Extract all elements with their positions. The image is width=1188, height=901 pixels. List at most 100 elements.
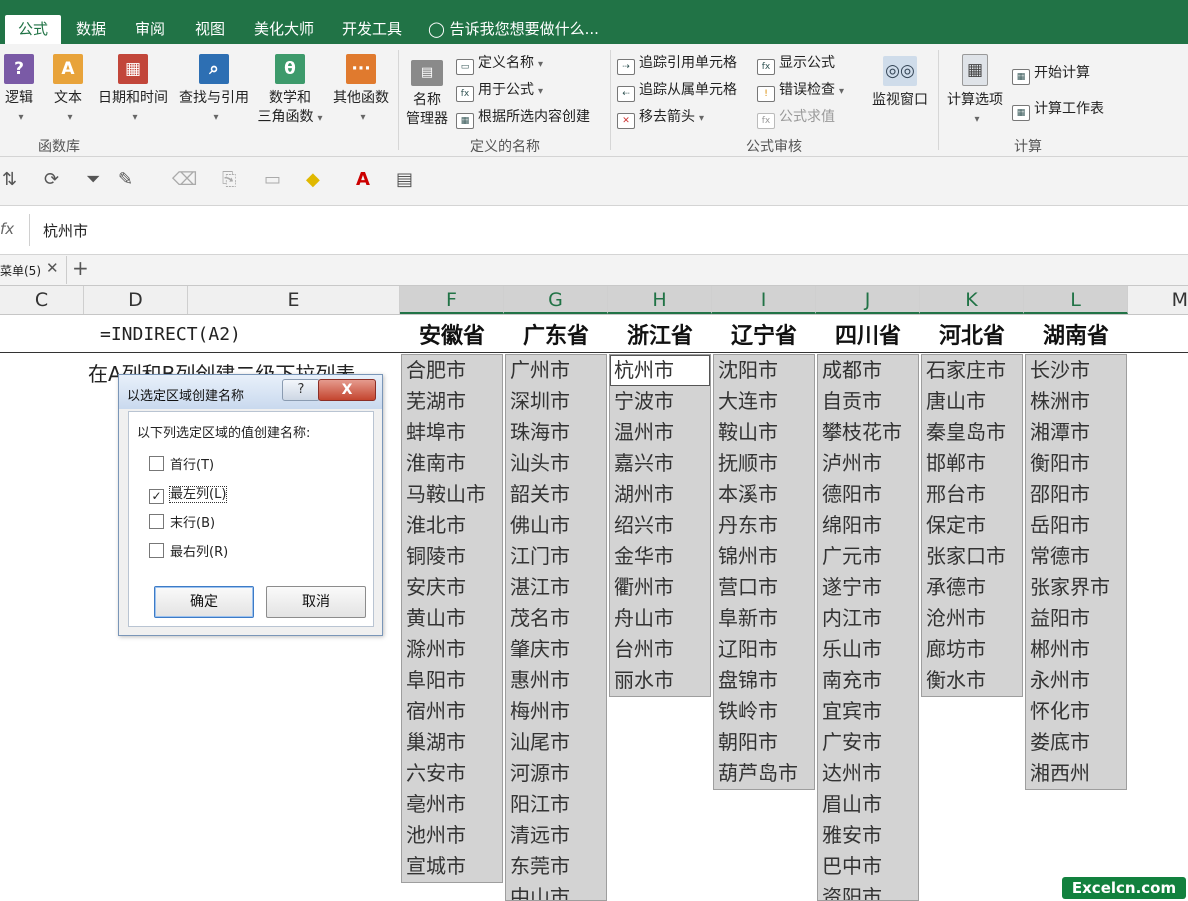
city-cell[interactable]: 雅安市 [818,820,918,851]
tab-view[interactable]: 视图 [182,15,238,44]
column-header-d[interactable]: D [84,286,188,314]
city-cell[interactable]: 嘉兴市 [610,448,710,479]
fill-color-icon[interactable]: ◆ [306,169,320,190]
option-bottom-row[interactable]: 末行(B) [149,512,215,531]
province-header[interactable]: 辽宁省 [712,318,816,350]
clear-format-icon[interactable]: ⌫ [172,169,197,190]
city-cell[interactable]: 锦州市 [714,541,814,572]
city-cell[interactable]: 长沙市 [1026,355,1126,386]
city-cell[interactable]: 眉山市 [818,789,918,820]
column-header-k[interactable]: K [920,286,1024,314]
city-cell[interactable]: 茂名市 [506,603,606,634]
city-cell[interactable]: 巴中市 [818,851,918,882]
tab-data[interactable]: 数据 [64,15,118,44]
city-cell[interactable]: 石家庄市 [922,355,1022,386]
sort-az-icon[interactable]: ⇅ [2,169,17,190]
city-cell[interactable]: 湘西州 [1026,758,1126,789]
city-cell[interactable]: 宿州市 [402,696,502,727]
create-from-selection-button[interactable]: ▦ 根据所选内容创建 [456,106,590,129]
evaluate-formula-button[interactable]: fx 公式求值 [757,106,835,129]
column-header-i[interactable]: I [712,286,816,314]
city-cell[interactable]: 辽阳市 [714,634,814,665]
city-cell[interactable]: 六安市 [402,758,502,789]
tell-me-box[interactable]: ◯ 告诉我您想要做什么... [428,15,608,44]
checkbox-right-column[interactable] [149,543,164,558]
option-left-column[interactable]: ✓ 最左列(L) [149,483,228,504]
city-cell[interactable]: 蚌埠市 [402,417,502,448]
city-cell[interactable]: 亳州市 [402,789,502,820]
province-header[interactable]: 广东省 [504,318,608,350]
city-cell[interactable]: 张家界市 [1026,572,1126,603]
city-cell[interactable]: 阜阳市 [402,665,502,696]
city-cell[interactable]: 达州市 [818,758,918,789]
column-header-j[interactable]: J [816,286,920,314]
tab-review[interactable]: 审阅 [122,15,178,44]
city-cell[interactable]: 乐山市 [818,634,918,665]
city-cell[interactable]: 台州市 [610,634,710,665]
active-cell[interactable]: 杭州市 [610,355,710,386]
city-cell[interactable]: 怀化市 [1026,696,1126,727]
fx-icon[interactable]: fx [0,220,14,238]
text-button[interactable]: A 文本 ▾ [46,48,90,127]
more-functions-button[interactable]: ··· 其他函数 ▾ [328,48,394,127]
city-cell[interactable]: 淮北市 [402,510,502,541]
city-cell[interactable]: 珠海市 [506,417,606,448]
city-cell[interactable]: 湖州市 [610,479,710,510]
city-cell[interactable]: 常德市 [1026,541,1126,572]
city-cell[interactable]: 宁波市 [610,386,710,417]
trace-precedents-button[interactable]: ⇢ 追踪引用单元格 [617,52,737,75]
city-cell[interactable]: 宣城市 [402,851,502,882]
city-cell[interactable]: 广元市 [818,541,918,572]
add-sheet-icon[interactable]: + [72,256,89,280]
font-color-icon[interactable]: A [356,169,370,190]
define-name-button[interactable]: ▭ 定义名称 ▾ [456,52,543,75]
option-top-row[interactable]: 首行(T) [149,454,214,473]
city-cell[interactable]: 益阳市 [1026,603,1126,634]
city-cell[interactable]: 成都市 [818,355,918,386]
city-cell[interactable]: 娄底市 [1026,727,1126,758]
city-cell[interactable]: 廊坊市 [922,634,1022,665]
city-cell[interactable]: 朝阳市 [714,727,814,758]
city-cell[interactable]: 深圳市 [506,386,606,417]
column-header-g[interactable]: G [504,286,608,314]
city-cell[interactable]: 德阳市 [818,479,918,510]
copy-icon[interactable]: ⎘ [222,169,236,190]
city-cell[interactable]: 绵阳市 [818,510,918,541]
city-cell[interactable]: 阳江市 [506,789,606,820]
column-header-f[interactable]: F [400,286,504,314]
city-cell[interactable]: 盘锦市 [714,665,814,696]
city-cell[interactable]: 梅州市 [506,696,606,727]
city-cell[interactable]: 邯郸市 [922,448,1022,479]
city-cell[interactable]: 合肥市 [402,355,502,386]
calculation-options-button[interactable]: ▦ 计算选项 ▾ [942,48,1008,129]
city-cell[interactable]: 秦皇岛市 [922,417,1022,448]
close-icon[interactable]: ✕ [46,259,59,277]
date-time-button[interactable]: ▦ 日期和时间 ▾ [94,48,172,127]
city-cell[interactable]: 汕头市 [506,448,606,479]
format-painter-icon[interactable]: ▤ [396,169,413,190]
city-cell[interactable]: 铜陵市 [402,541,502,572]
province-header[interactable]: 湖南省 [1024,318,1128,350]
city-cell[interactable]: 广安市 [818,727,918,758]
city-cell[interactable]: 本溪市 [714,479,814,510]
city-cell[interactable]: 资阳市 [818,882,918,900]
paste-icon[interactable]: ▭ [264,169,281,190]
city-cell[interactable]: 江门市 [506,541,606,572]
border-color-icon[interactable]: ✎ [118,169,133,190]
filter-icon[interactable]: ⏷ [86,169,100,190]
city-cell[interactable]: 丹东市 [714,510,814,541]
city-cell[interactable]: 衢州市 [610,572,710,603]
city-cell[interactable]: 金华市 [610,541,710,572]
use-in-formula-button[interactable]: fx 用于公式 ▾ [456,79,543,102]
city-cell[interactable]: 宜宾市 [818,696,918,727]
city-cell[interactable]: 清远市 [506,820,606,851]
city-cell[interactable]: 内江市 [818,603,918,634]
city-cell[interactable]: 肇庆市 [506,634,606,665]
sheet-tab[interactable]: 菜单(5) [0,262,41,279]
city-cell[interactable]: 黄山市 [402,603,502,634]
city-cell[interactable]: 温州市 [610,417,710,448]
city-cell[interactable]: 抚顺市 [714,448,814,479]
city-cell[interactable]: 郴州市 [1026,634,1126,665]
help-button[interactable]: ? [282,379,320,401]
refresh-icon[interactable]: ⟳ [44,169,59,190]
